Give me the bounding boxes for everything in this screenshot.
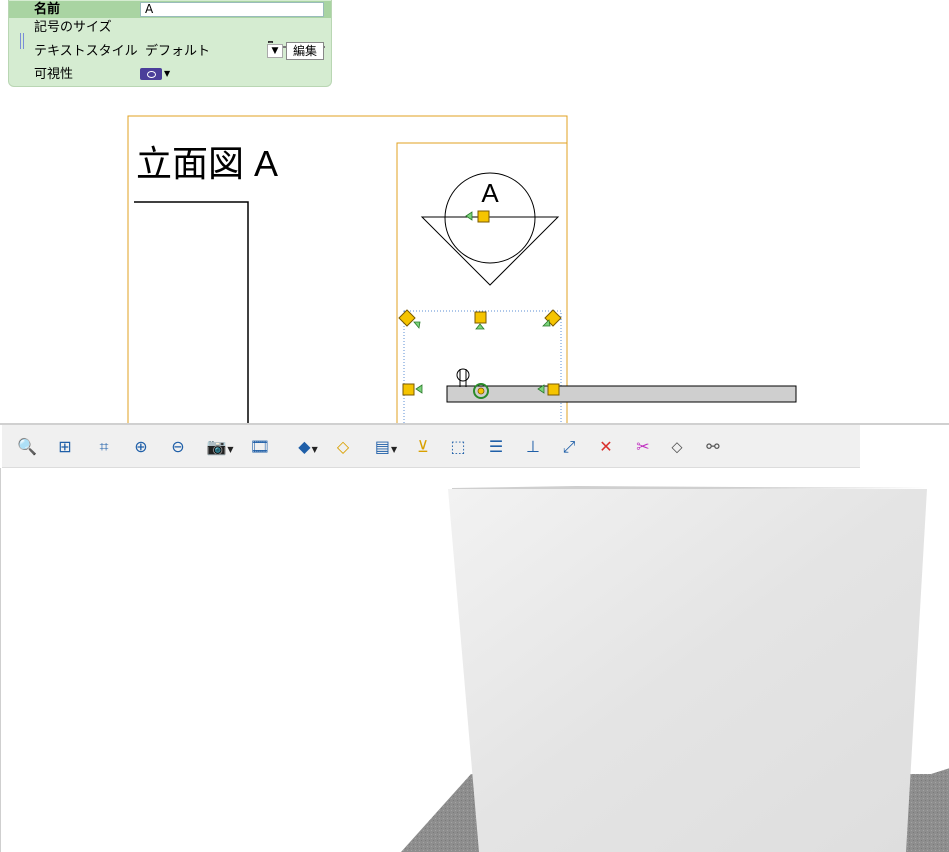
grip-handle[interactable] [402,383,415,396]
zoom-out-icon[interactable]: ⊖ [167,437,189,457]
grip-handle[interactable] [547,383,560,396]
align-icon[interactable]: ⊥ [522,437,544,457]
layer-icon[interactable]: ▤▼ [368,437,404,457]
text-style-value: デフォルト [145,44,211,59]
delete-icon[interactable]: ✕ [595,437,617,457]
scale-icon[interactable]: ⤢ [558,437,580,457]
rotate-handle-center [477,387,485,395]
anchor-pin-icon [456,368,470,382]
grip-arrow-icon [465,211,473,221]
measure-icon[interactable]: ⬦ [666,437,688,457]
grip-arrow-icon [475,323,485,330]
marker-triangle [420,216,560,286]
elevation-title: 立面図 A [136,143,278,184]
visibility-label: 可視性 [34,67,74,82]
wall-3d [448,489,927,852]
chevron-down-icon[interactable]: ▼ [267,44,283,58]
zoom-1-1-icon[interactable]: 🔍 [16,437,38,457]
name-row: 名前 [9,1,331,18]
camera-icon[interactable]: 📷▼ [201,437,239,457]
marker-letter: A [481,178,499,208]
grip-arrow-icon [415,384,423,394]
grip-handle[interactable] [477,210,490,223]
grip-handle[interactable] [474,311,487,324]
grip-arrow-icon [542,319,551,327]
3d-scene [401,486,949,852]
zoom-fit-icon[interactable]: ⊞ [54,437,76,457]
name-input[interactable] [140,2,324,17]
plan-canvas[interactable]: 立面図 A A [0,86,949,423]
grip-arrow-icon [413,321,421,329]
text-style-label: テキストスタイル [34,44,138,59]
visibility-dropdown[interactable]: ▼ [140,67,184,82]
properties-panel: 名前 記号のサイズ テキストスタイル デフォルト ▼ 編集 可視性 ▼ [8,0,332,87]
symbol-size-row: 記号のサイズ [9,19,331,53]
3d-viewport[interactable] [0,468,949,852]
film-icon[interactable]: 🎞 [249,437,271,457]
text-block-icon[interactable]: ☰ [485,437,507,457]
wall-outline [134,201,249,423]
text-style-select[interactable]: デフォルト ▼ [140,43,283,60]
grip-handle[interactable] [398,309,416,327]
trim-icon[interactable]: ⊻ [412,437,434,457]
cut-paste-icon[interactable]: ✂ [627,437,659,457]
zoom-window-icon[interactable]: ⌗ [93,437,115,457]
select-region-icon[interactable]: ⬚ [447,437,469,457]
fill-icon[interactable]: ◆▼ [291,437,325,457]
symbol-size-label: 記号のサイズ [34,20,112,35]
unlink-icon[interactable]: ⚯ [702,437,724,457]
edit-button[interactable]: 編集 [286,42,324,60]
wall-section-bar [446,385,797,403]
zoom-in-icon[interactable]: ⊕ [130,437,152,457]
view-toolbar: 🔍 ⊞ ⌗ ⊕ ⊖ 📷▼ 🎞 ◆▼ ◇ ▤▼ ⊻ ⬚ ☰ ⊥ ⤢ ✕ ✂ ⬦ ⚯ [2,425,860,468]
mirror-icon[interactable]: ◇ [332,437,354,457]
name-label: 名前 [34,2,61,17]
chevron-down-icon: ▼ [164,69,171,78]
eye-icon [140,68,162,80]
